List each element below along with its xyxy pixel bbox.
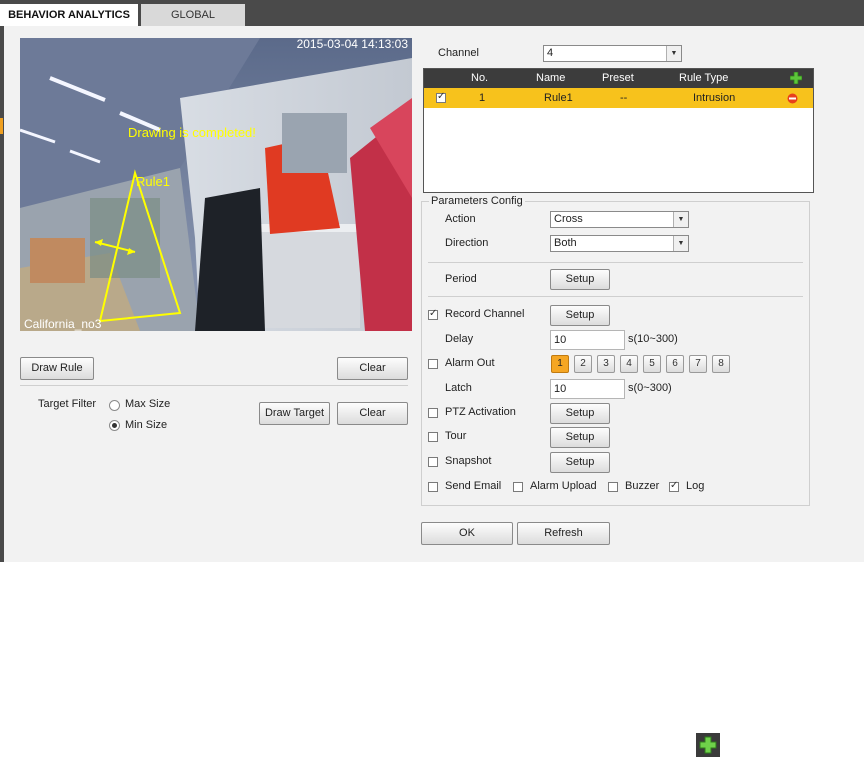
buzzer-checkbox[interactable] bbox=[608, 482, 618, 492]
channel-label: Channel bbox=[438, 47, 479, 59]
refresh-button[interactable]: Refresh bbox=[517, 522, 610, 545]
tour-label: Tour bbox=[445, 430, 467, 442]
divider bbox=[428, 262, 803, 263]
max-size-label: Max Size bbox=[125, 398, 171, 410]
rule-type: Intrusion bbox=[693, 92, 736, 104]
header-no: No. bbox=[471, 72, 489, 84]
min-size-label: Min Size bbox=[125, 419, 168, 431]
add-rule-icon[interactable] bbox=[790, 72, 802, 84]
rules-table-header: No. Name Preset Rule Type bbox=[424, 69, 813, 88]
video-timestamp: 2015-03-04 14:13:03 bbox=[296, 38, 408, 51]
direction-value: Both bbox=[554, 237, 577, 249]
action-select[interactable]: Cross ▼ bbox=[550, 211, 689, 228]
draw-target-button[interactable]: Draw Target bbox=[259, 402, 330, 425]
tour-checkbox[interactable] bbox=[428, 432, 438, 442]
table-row[interactable]: 1 Rule1 -- Intrusion bbox=[424, 88, 813, 108]
send-email-label: Send Email bbox=[445, 480, 502, 492]
latch-label: Latch bbox=[445, 382, 472, 394]
camera-scene bbox=[20, 38, 412, 331]
rules-table: No. Name Preset Rule Type 1 Rule1 -- Int… bbox=[423, 68, 814, 193]
min-size-radio[interactable] bbox=[109, 420, 120, 431]
add-icon bbox=[699, 736, 717, 754]
chevron-down-icon: ▼ bbox=[673, 212, 688, 227]
header-rule-type: Rule Type bbox=[679, 72, 729, 84]
alarm-upload-checkbox[interactable] bbox=[513, 482, 523, 492]
rule-enable-checkbox[interactable] bbox=[436, 91, 446, 103]
header-preset: Preset bbox=[602, 72, 634, 84]
divider bbox=[428, 296, 803, 297]
latch-input[interactable]: 10 bbox=[550, 379, 625, 399]
channel-name-overlay: California_no3 bbox=[24, 317, 102, 331]
alarm-output-6[interactable]: 6 bbox=[666, 355, 684, 373]
rule-preset: -- bbox=[620, 92, 628, 104]
rule-no: 1 bbox=[479, 92, 486, 104]
parameters-title: Parameters Config bbox=[429, 195, 525, 207]
action-label: Action bbox=[445, 213, 476, 225]
target-filter-label: Target Filter bbox=[38, 398, 97, 410]
delay-input[interactable]: 10 bbox=[550, 330, 625, 350]
direction-select[interactable]: Both ▼ bbox=[550, 235, 689, 252]
record-channel-checkbox[interactable] bbox=[428, 308, 438, 320]
video-preview[interactable]: 2015-03-04 14:13:03 Drawing is completed… bbox=[20, 38, 412, 331]
ok-button[interactable]: OK bbox=[421, 522, 513, 545]
send-email-checkbox[interactable] bbox=[428, 482, 438, 492]
delay-label: Delay bbox=[445, 333, 474, 345]
record-channel-setup-button[interactable]: Setup bbox=[550, 305, 610, 326]
log-label: Log bbox=[686, 480, 705, 492]
period-label: Period bbox=[445, 273, 477, 285]
latch-range: s(0~300) bbox=[628, 382, 672, 394]
record-channel-label: Record Channel bbox=[445, 308, 525, 320]
alarm-output-3[interactable]: 3 bbox=[597, 355, 615, 373]
snapshot-label: Snapshot bbox=[445, 455, 492, 467]
chevron-down-icon: ▼ bbox=[666, 46, 681, 61]
alarm-out-checkbox[interactable] bbox=[428, 359, 438, 369]
alarm-output-4[interactable]: 4 bbox=[620, 355, 638, 373]
divider bbox=[20, 385, 408, 386]
delay-range: s(10~300) bbox=[628, 333, 678, 345]
header-name: Name bbox=[536, 72, 566, 84]
direction-label: Direction bbox=[445, 237, 489, 249]
ptz-setup-button[interactable]: Setup bbox=[550, 403, 610, 424]
tab-behavior-analytics[interactable]: BEHAVIOR ANALYTICS bbox=[0, 4, 138, 26]
top-bar: BEHAVIOR ANALYTICS GLOBAL bbox=[0, 0, 864, 26]
delete-rule-icon[interactable] bbox=[787, 93, 798, 104]
channel-value: 4 bbox=[547, 47, 554, 59]
alarm-output-8[interactable]: 8 bbox=[712, 355, 730, 373]
clear-rule-button[interactable]: Clear bbox=[337, 357, 408, 380]
ptz-activation-label: PTZ Activation bbox=[445, 406, 516, 418]
drawing-status-text: Drawing is completed! bbox=[128, 125, 256, 140]
draw-rule-button[interactable]: Draw Rule bbox=[20, 357, 94, 380]
alarm-out-label: Alarm Out bbox=[445, 357, 495, 369]
snapshot-checkbox[interactable] bbox=[428, 457, 438, 467]
period-setup-button[interactable]: Setup bbox=[550, 269, 610, 290]
snapshot-setup-button[interactable]: Setup bbox=[550, 452, 610, 473]
action-value: Cross bbox=[554, 213, 583, 225]
tab-global[interactable]: GLOBAL bbox=[141, 4, 245, 26]
alarm-output-2[interactable]: 2 bbox=[574, 355, 592, 373]
rule-name: Rule1 bbox=[544, 92, 573, 104]
buzzer-label: Buzzer bbox=[625, 480, 660, 492]
alarm-output-1[interactable]: 1 bbox=[551, 355, 569, 373]
alarm-output-7[interactable]: 7 bbox=[689, 355, 707, 373]
rule-label-overlay: Rule1 bbox=[136, 174, 170, 189]
clear-target-button[interactable]: Clear bbox=[337, 402, 408, 425]
add-icon-sample bbox=[696, 733, 720, 757]
channel-select[interactable]: 4 ▼ bbox=[543, 45, 682, 62]
alarm-upload-label: Alarm Upload bbox=[530, 480, 597, 492]
left-edge-marker bbox=[0, 118, 3, 134]
tour-setup-button[interactable]: Setup bbox=[550, 427, 610, 448]
chevron-down-icon: ▼ bbox=[673, 236, 688, 251]
alarm-output-5[interactable]: 5 bbox=[643, 355, 661, 373]
ptz-activation-checkbox[interactable] bbox=[428, 408, 438, 418]
log-checkbox[interactable] bbox=[669, 480, 679, 492]
max-size-radio[interactable] bbox=[109, 400, 120, 411]
